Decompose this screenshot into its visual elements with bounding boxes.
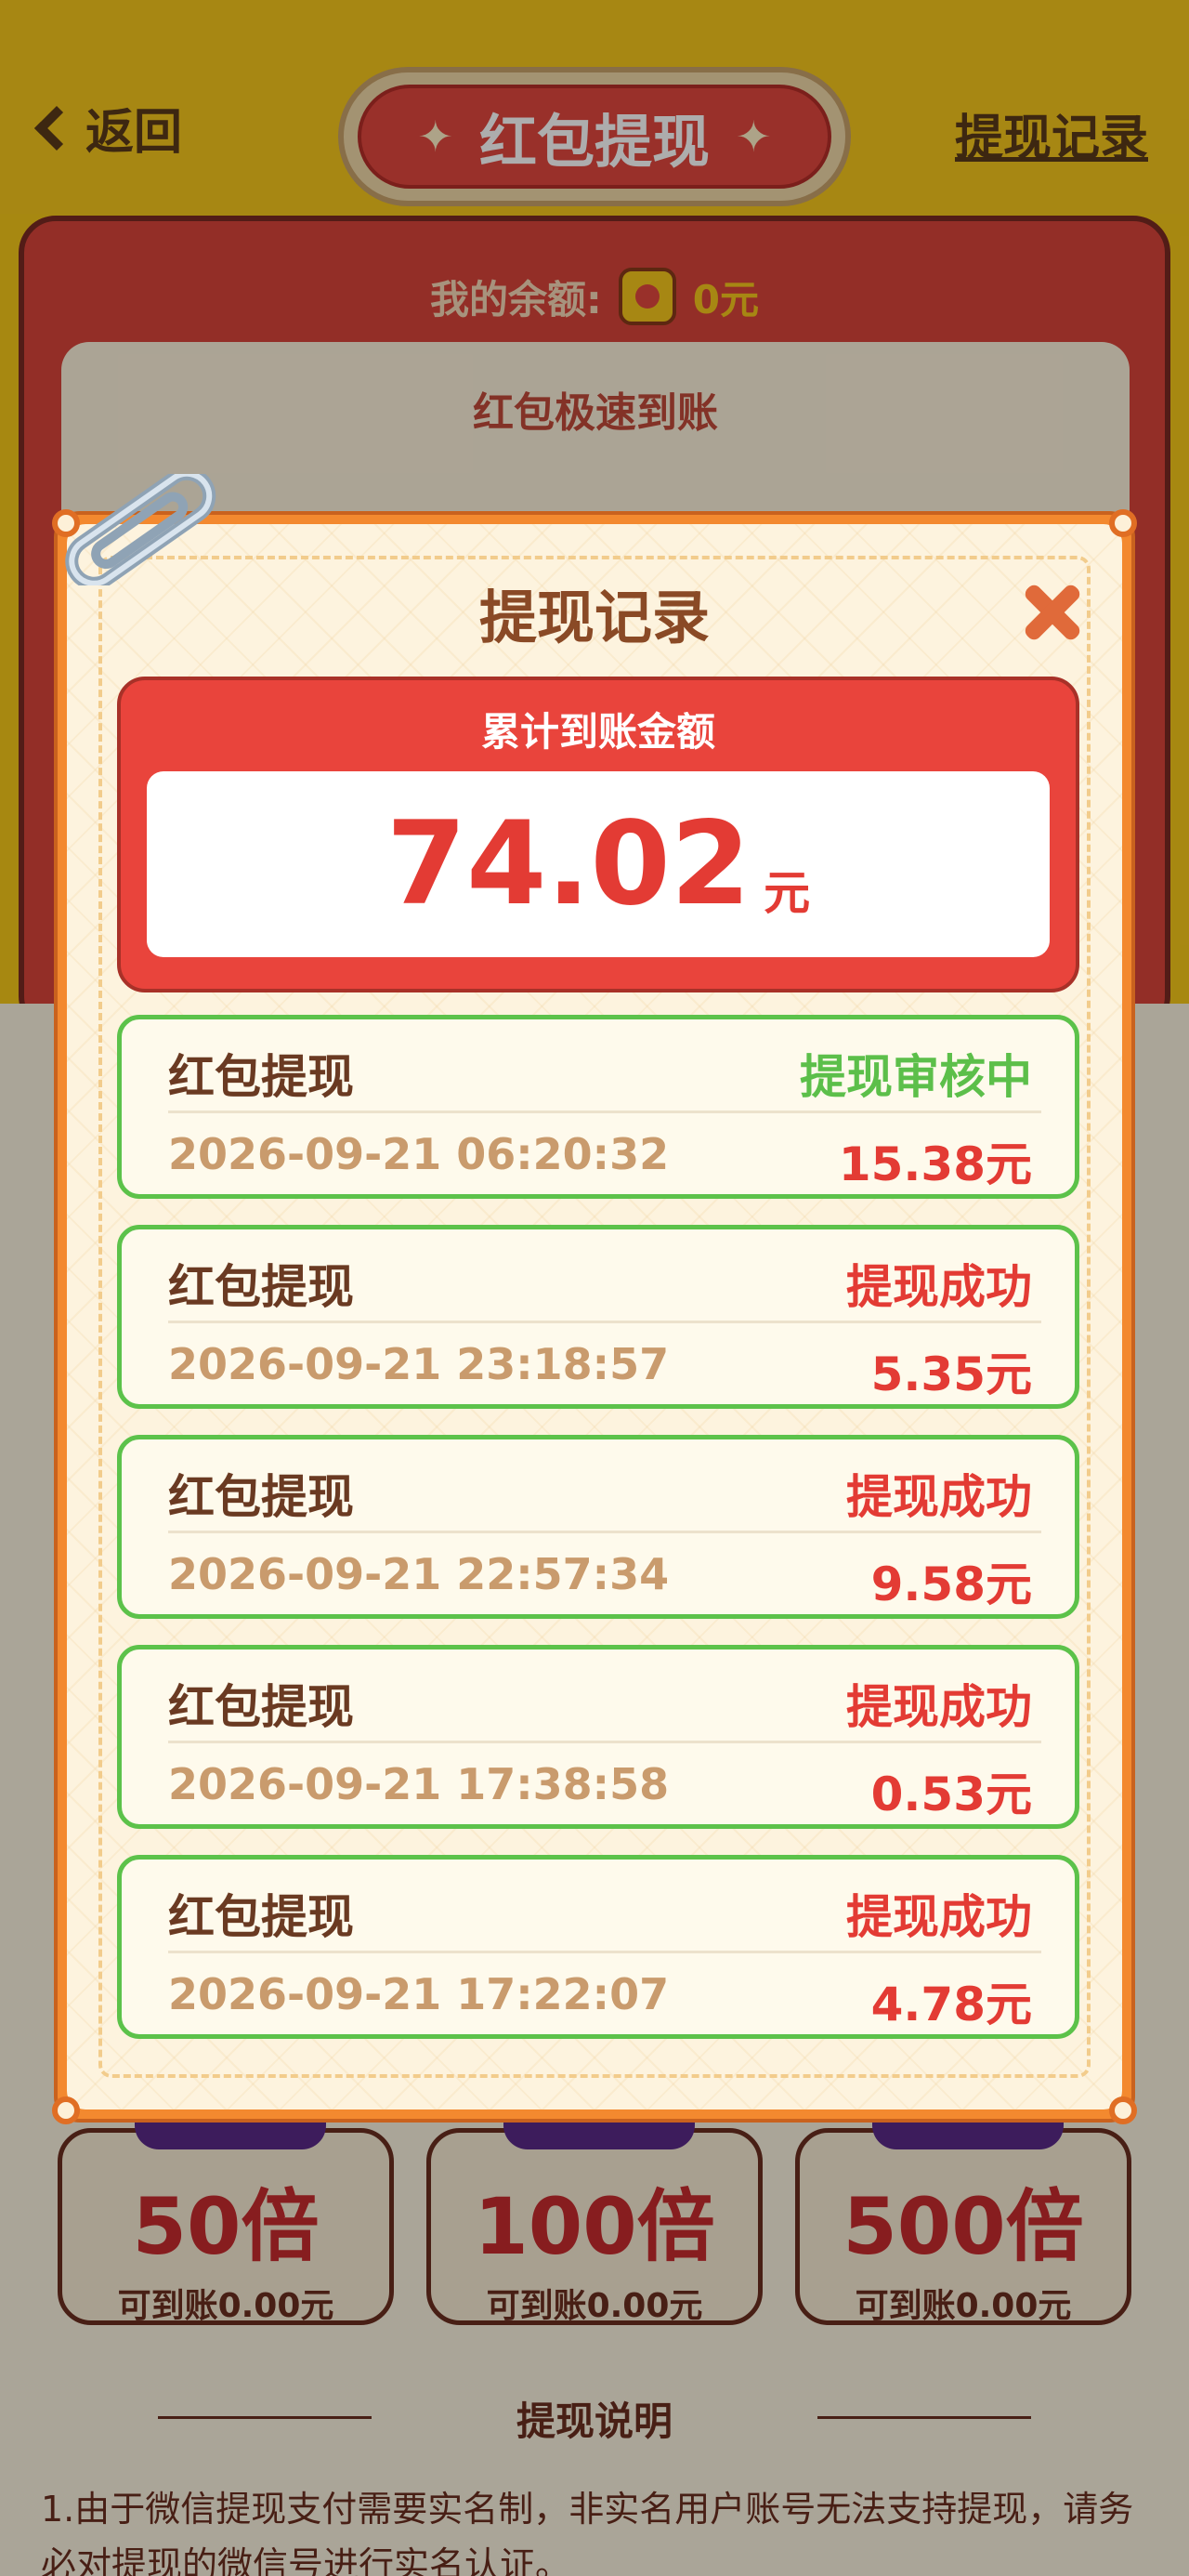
record-name: 红包提现 xyxy=(168,1680,354,1734)
record-amount: 0.53元 xyxy=(870,1768,1032,1821)
record-status: 提现成功 xyxy=(846,1890,1032,1944)
record-divider xyxy=(168,1741,1041,1743)
record-time: 2026-09-21 22:57:34 xyxy=(168,1549,670,1599)
total-box: 74.02 元 xyxy=(147,771,1050,957)
record-status: 提现成功 xyxy=(846,1680,1032,1734)
record-time: 2026-09-21 17:22:07 xyxy=(168,1969,670,2019)
record-name: 红包提现 xyxy=(168,1470,354,1524)
total-label: 累计到账金额 xyxy=(480,709,715,755)
total-amount: 74.02 xyxy=(385,797,751,931)
record-item: 红包提现 提现成功 2026-09-21 17:22:07 4.78元 xyxy=(117,1855,1079,2039)
total-received-card: 累计到账金额 74.02 元 xyxy=(117,677,1079,992)
record-amount: 5.35元 xyxy=(870,1347,1032,1401)
withdraw-records-modal: 提现记录 累计到账金额 74.02 元 红包提现 提现审核中 2026-09-2… xyxy=(52,509,1137,2124)
record-time: 2026-09-21 23:18:57 xyxy=(168,1339,670,1389)
record-time: 2026-09-21 06:20:32 xyxy=(168,1129,670,1179)
record-time: 2026-09-21 17:38:58 xyxy=(168,1759,670,1809)
record-name: 红包提现 xyxy=(168,1890,354,1944)
record-item: 红包提现 提现成功 2026-09-21 23:18:57 5.35元 xyxy=(117,1225,1079,1409)
record-divider xyxy=(168,1111,1041,1113)
record-name: 红包提现 xyxy=(168,1050,354,1104)
paperclip-icon xyxy=(65,474,216,585)
corner-dot-icon xyxy=(1109,509,1137,537)
total-unit: 元 xyxy=(764,866,811,920)
record-status: 提现审核中 xyxy=(800,1050,1032,1104)
close-icon[interactable] xyxy=(1014,576,1089,651)
records-list[interactable]: 红包提现 提现审核中 2026-09-21 06:20:32 15.38元 红包… xyxy=(117,1015,1079,2052)
corner-dot-icon xyxy=(1109,2096,1137,2124)
record-item: 红包提现 提现审核中 2026-09-21 06:20:32 15.38元 xyxy=(117,1015,1079,1199)
record-name: 红包提现 xyxy=(168,1260,354,1314)
record-status: 提现成功 xyxy=(846,1470,1032,1524)
record-amount: 4.78元 xyxy=(870,1978,1032,2031)
record-divider xyxy=(168,1531,1041,1533)
record-amount: 15.38元 xyxy=(838,1137,1032,1191)
record-amount: 9.58元 xyxy=(870,1557,1032,1611)
record-status: 提现成功 xyxy=(846,1260,1032,1314)
record-item: 红包提现 提现成功 2026-09-21 22:57:34 9.58元 xyxy=(117,1435,1079,1619)
record-item: 红包提现 提现成功 2026-09-21 17:38:58 0.53元 xyxy=(117,1645,1079,1829)
corner-dot-icon xyxy=(52,2096,80,2124)
record-divider xyxy=(168,1321,1041,1323)
record-divider xyxy=(168,1951,1041,1953)
